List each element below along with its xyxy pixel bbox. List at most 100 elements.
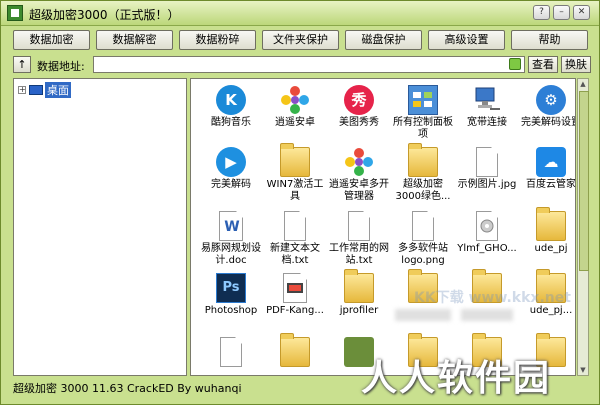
address-label: 数据地址: bbox=[37, 60, 85, 73]
file-item[interactable]: 逍遥安卓多开管理器 bbox=[327, 147, 391, 203]
file-item[interactable]: 秀 美图秀秀 bbox=[327, 85, 391, 129]
file-label: 宽带连接 bbox=[467, 117, 507, 128]
file-label: jprofiler bbox=[339, 305, 379, 316]
network-icon bbox=[472, 85, 502, 115]
meitu-icon: 秀 bbox=[344, 85, 374, 115]
expand-icon[interactable]: + bbox=[18, 86, 26, 94]
file-list: K 酷狗音乐 逍遥安卓 秀 美图秀秀 所有控制面板项 宽带连接 ⚙ 完美解码设置… bbox=[190, 78, 576, 376]
file-label: 工作常用的网站.txt bbox=[329, 243, 389, 266]
word-icon: W bbox=[219, 211, 243, 241]
decrypt-button[interactable]: 数据解密 bbox=[96, 30, 173, 50]
file-item[interactable]: 超级加密3000绿色... bbox=[391, 143, 455, 203]
file-item[interactable]: W 易豚网规划设计.doc bbox=[199, 211, 263, 267]
file-item[interactable]: 所有控制面板项 bbox=[391, 85, 455, 141]
pdf-icon bbox=[283, 273, 307, 303]
skin-button[interactable]: 换肤 bbox=[561, 56, 591, 73]
scroll-down-icon[interactable]: ▼ bbox=[578, 365, 588, 375]
file-label: 美图秀秀 bbox=[339, 117, 379, 128]
file-label: 逍遥安卓 bbox=[275, 117, 315, 128]
advanced-settings-button[interactable]: 高级设置 bbox=[428, 30, 505, 50]
file-item[interactable]: ☁ 百度云管家 bbox=[519, 147, 576, 191]
minimize-button[interactable]: – bbox=[553, 5, 570, 20]
file-label: 所有控制面板项 bbox=[393, 117, 453, 140]
file-item[interactable]: K 酷狗音乐 bbox=[199, 85, 263, 129]
address-bar: ↑ 数据地址: 查看 换肤 bbox=[1, 54, 599, 76]
vertical-scrollbar[interactable]: ▲ ▼ bbox=[577, 78, 589, 376]
file-label: 示例图片.jpg bbox=[457, 179, 517, 190]
folder-protect-button[interactable]: 文件夹保护 bbox=[262, 30, 339, 50]
file-item[interactable]: 示例图片.jpg bbox=[455, 147, 519, 191]
file-item[interactable]: ⚙ 完美解码设置 bbox=[519, 85, 576, 129]
file-item[interactable]: 多多软件站logo.png bbox=[391, 211, 455, 267]
view-button[interactable]: 查看 bbox=[528, 56, 558, 73]
control-panel-icon bbox=[408, 85, 438, 115]
xiaoyao-icon bbox=[280, 85, 310, 115]
tree-item-desktop[interactable]: + 桌面 bbox=[18, 82, 71, 98]
file-label: Photoshop bbox=[204, 305, 258, 316]
file-label: WIN7激活工具 bbox=[266, 179, 324, 202]
file-label: 超级加密3000绿色... bbox=[395, 179, 451, 202]
tree-item-label: 桌面 bbox=[45, 82, 71, 98]
file-item[interactable] bbox=[263, 333, 327, 369]
shred-button[interactable]: 数据粉碎 bbox=[179, 30, 256, 50]
folder-icon bbox=[344, 269, 374, 303]
file-label: PDF-Kang... bbox=[266, 305, 324, 316]
file-item[interactable]: WIN7激活工具 bbox=[263, 143, 327, 203]
image-file-icon bbox=[412, 211, 434, 241]
file-label: ude_pj bbox=[534, 243, 568, 254]
app-logo-icon bbox=[7, 5, 23, 21]
toolbar: 数据加密 数据解密 数据粉碎 文件夹保护 磁盘保护 高级设置 帮助 bbox=[1, 27, 599, 53]
folder-icon bbox=[536, 207, 566, 241]
file-item[interactable]: ▶ 完美解码 bbox=[199, 147, 263, 191]
window-title: 超级加密3000（正式版！） bbox=[29, 8, 180, 22]
file-item[interactable]: 新建文本文档.txt bbox=[263, 211, 327, 267]
text-file-icon bbox=[284, 211, 306, 241]
help-button[interactable]: 帮助 bbox=[511, 30, 588, 50]
file-item[interactable]: Ylmf_GHO... bbox=[455, 211, 519, 255]
file-item[interactable]: 宽带连接 bbox=[455, 85, 519, 129]
status-bar: 超级加密 3000 11.63 CrackED By wuhanqi bbox=[13, 382, 242, 395]
file-label: 逍遥安卓多开管理器 bbox=[329, 179, 389, 202]
file-icon bbox=[476, 147, 498, 177]
file-item[interactable] bbox=[199, 337, 263, 369]
folder-icon bbox=[280, 143, 310, 177]
settings-icon: ⚙ bbox=[536, 85, 566, 115]
file-item[interactable]: Ps Photoshop bbox=[199, 273, 263, 317]
status-light-icon bbox=[509, 58, 521, 70]
file-label: 百度云管家 bbox=[526, 179, 576, 190]
disk-protect-button[interactable]: 磁盘保护 bbox=[345, 30, 422, 50]
watermark: KK下载 www.kkx.net bbox=[414, 290, 571, 306]
file-label: 酷狗音乐 bbox=[211, 117, 251, 128]
baidu-cloud-icon: ☁ bbox=[536, 147, 566, 177]
address-input[interactable] bbox=[93, 56, 525, 73]
xiaoyao-icon bbox=[344, 147, 374, 177]
site-watermark: 人人软件园 bbox=[361, 358, 552, 399]
close-button[interactable]: ✕ bbox=[573, 5, 590, 20]
blurred-label bbox=[461, 309, 513, 321]
encrypt-button[interactable]: 数据加密 bbox=[13, 30, 90, 50]
scroll-up-icon[interactable]: ▲ bbox=[578, 79, 588, 89]
up-arrow-icon[interactable]: ↑ bbox=[13, 56, 31, 73]
player-icon: ▶ bbox=[216, 147, 246, 177]
help-window-button[interactable]: ? bbox=[533, 5, 550, 20]
desktop-icon bbox=[29, 85, 43, 95]
blurred-label bbox=[395, 309, 451, 321]
file-label: 易豚网规划设计.doc bbox=[201, 243, 261, 266]
file-item[interactable]: 工作常用的网站.txt bbox=[327, 211, 391, 267]
file-item[interactable]: 逍遥安卓 bbox=[263, 85, 327, 129]
installer-icon bbox=[220, 337, 242, 367]
title-bar[interactable]: 超级加密3000（正式版！） ? – ✕ bbox=[1, 1, 599, 26]
disc-image-icon bbox=[476, 211, 498, 241]
folder-tree[interactable]: + 桌面 bbox=[13, 78, 187, 376]
file-label: 新建文本文档.txt bbox=[270, 243, 320, 266]
folder-icon bbox=[280, 333, 310, 367]
photoshop-icon: Ps bbox=[216, 273, 246, 303]
file-item[interactable]: ude_pj bbox=[519, 207, 575, 255]
file-label: Ylmf_GHO... bbox=[457, 243, 517, 254]
app-window: 超级加密3000（正式版！） ? – ✕ 数据加密 数据解密 数据粉碎 文件夹保… bbox=[0, 0, 600, 405]
file-item[interactable]: PDF-Kang... bbox=[263, 273, 327, 317]
file-item[interactable]: jprofiler bbox=[327, 269, 391, 317]
file-label: 多多软件站logo.png bbox=[398, 243, 448, 266]
file-label: 完美解码设置 bbox=[521, 117, 576, 128]
scroll-thumb[interactable] bbox=[579, 91, 589, 271]
